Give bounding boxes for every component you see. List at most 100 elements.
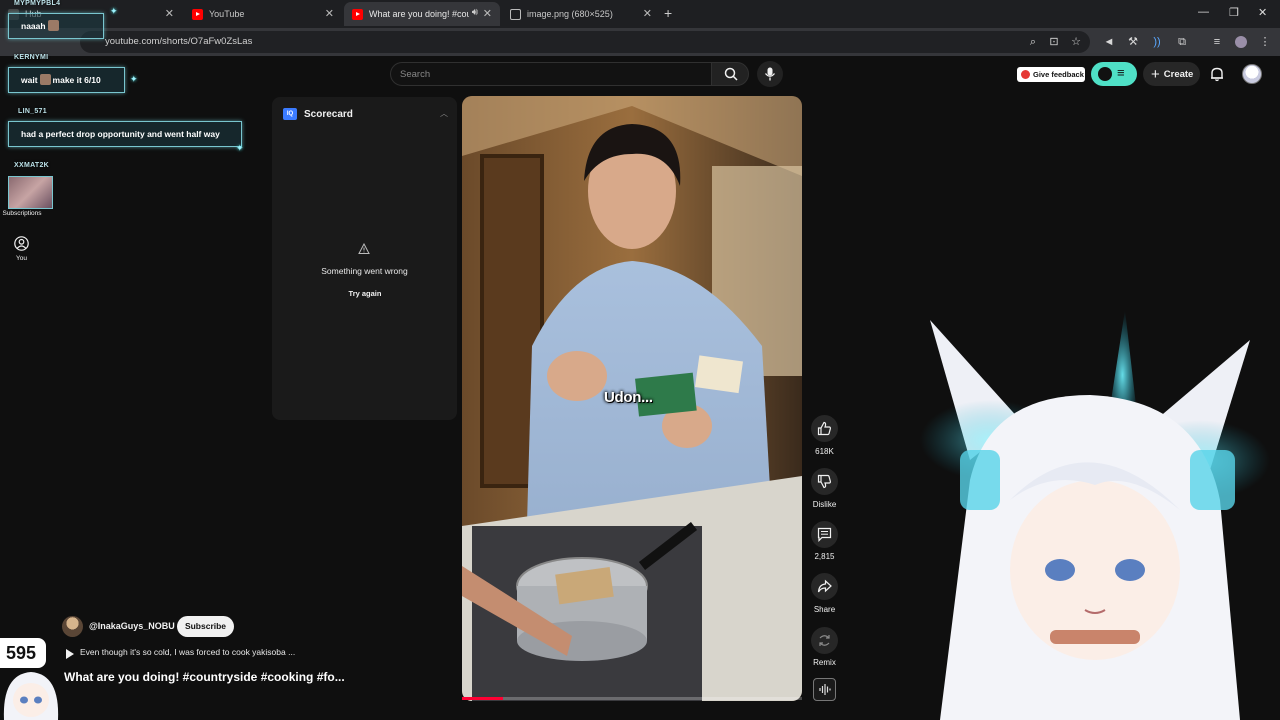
thumbs-down-icon	[817, 474, 831, 489]
small-vtuber-avatar-image	[3, 672, 59, 720]
minimize-icon[interactable]: —	[1198, 6, 1209, 18]
video-progress-bar[interactable]	[462, 697, 802, 700]
channel-name[interactable]: @InakaGuys_NOBU	[89, 621, 175, 631]
sidebar-item-subscriptions[interactable]: Subscriptions	[0, 210, 44, 217]
comment-icon	[817, 527, 832, 542]
microphone-icon	[764, 67, 776, 81]
chat-message: naaah	[8, 13, 104, 39]
plus-icon: +	[1151, 65, 1160, 83]
error-message: Something went wrong	[321, 266, 408, 276]
remix-button[interactable]	[811, 627, 838, 654]
chat-message: had a perfect drop opportunity and went …	[8, 121, 242, 147]
sparkle-icon: ✦	[110, 6, 118, 16]
search-icon	[724, 67, 738, 81]
window-close-icon[interactable]: ✕	[1258, 6, 1267, 19]
new-tab-plus-icon[interactable]: +	[664, 5, 672, 21]
tab-youtube[interactable]: YouTube ✕	[184, 2, 342, 26]
chat-message-text: make it 6/10	[52, 75, 101, 85]
video-title[interactable]: What are you doing! #countryside #cookin…	[64, 670, 345, 684]
voice-search-button[interactable]	[757, 61, 783, 87]
sparkle-icon: ✦	[236, 143, 244, 153]
tab-shorts-video[interactable]: What are you doing! #coun 🔊︎ ✕	[344, 2, 500, 26]
emote-icon	[39, 74, 51, 85]
play-icon[interactable]	[66, 649, 74, 659]
comment-count: 2,815	[814, 552, 835, 561]
try-again-button[interactable]: Try again	[340, 286, 390, 301]
dislike-button[interactable]	[811, 468, 838, 495]
original-sound-button[interactable]	[813, 678, 836, 701]
screen: Hub ✕ YouTube ✕ What are you doing! #cou…	[0, 0, 1280, 720]
dislike-label: Dislike	[812, 500, 837, 509]
zoom-icon[interactable]: ⌕	[1027, 36, 1039, 48]
browser-menu-icon[interactable]: ⋮	[1259, 36, 1271, 48]
share-button[interactable]	[811, 573, 838, 600]
scorecard-title: Scorecard	[304, 109, 353, 120]
feedback-logo-icon	[1021, 70, 1030, 79]
reading-list-icon[interactable]: ≡	[1211, 36, 1223, 48]
share-label: Share	[813, 605, 836, 614]
extension-menu-button[interactable]: ≡	[1091, 62, 1137, 86]
chat-message-text: wait	[21, 75, 38, 85]
puzzle-extensions-icon[interactable]: ⧉	[1176, 36, 1188, 48]
profile-avatar-icon[interactable]	[1235, 36, 1247, 48]
like-button[interactable]	[811, 415, 838, 442]
tab-label: image.png (680×525)	[527, 9, 613, 19]
video-description[interactable]: Even though it's so cold, I was forced t…	[80, 647, 295, 657]
comments-button[interactable]	[811, 521, 838, 548]
video-caption: Udon...	[604, 389, 653, 406]
chat-message-text: had a perfect drop opportunity and went …	[21, 129, 220, 139]
create-button[interactable]: + Create	[1143, 62, 1200, 86]
warning-icon	[358, 243, 370, 254]
like-count: 618K	[815, 447, 834, 456]
chat-username: XXMAT2K	[14, 162, 50, 169]
audio-waveform-icon	[819, 684, 831, 695]
close-icon[interactable]: ✕	[643, 7, 652, 20]
speaker-icon[interactable]: 🔊︎	[472, 7, 478, 18]
subscribe-button[interactable]: Subscribe	[177, 616, 234, 637]
channel-avatar[interactable]	[62, 616, 83, 637]
sparkle-icon: ✦	[130, 74, 138, 84]
chat-username: LIN_571	[18, 108, 47, 115]
extension-icon[interactable]: ⚒	[1127, 36, 1139, 48]
emote-icon	[47, 20, 59, 31]
tab-image[interactable]: image.png (680×525) ✕	[502, 2, 660, 26]
thumbs-up-icon	[817, 421, 831, 436]
notifications-bell-icon[interactable]	[1209, 66, 1225, 82]
chat-message: wait make it 6/10	[8, 67, 125, 93]
feedback-label: Give feedback	[1033, 70, 1084, 79]
globe-favicon-icon	[510, 8, 521, 20]
close-icon[interactable]: ✕	[165, 7, 174, 20]
chat-username: MYPMYPBL4	[14, 0, 61, 7]
media-volume-icon[interactable]: ◄	[1103, 36, 1115, 48]
chat-message-text: naaah	[21, 21, 46, 31]
youtube-favicon-icon	[192, 8, 203, 20]
hamburger-icon: ≡	[1117, 65, 1125, 80]
extension-logo-icon	[1098, 67, 1112, 81]
search-input[interactable]	[400, 66, 700, 82]
youtube-favicon-icon	[352, 8, 363, 20]
remix-icon	[819, 635, 830, 646]
bookmark-star-icon[interactable]: ☆	[1070, 36, 1082, 48]
sidebar-item-you[interactable]: You	[0, 255, 43, 262]
remix-label: Remix	[813, 658, 836, 667]
collapse-chevron-icon[interactable]: ︿	[440, 108, 448, 119]
account-avatar[interactable]	[1242, 64, 1262, 84]
video-progress-fill	[462, 697, 503, 700]
give-feedback-button[interactable]: Give feedback	[1017, 67, 1085, 82]
chat-image-thumbnail	[8, 176, 53, 209]
maximize-icon[interactable]: ❐	[1229, 6, 1239, 19]
scorecard-panel	[272, 97, 457, 420]
install-app-icon[interactable]: ⊡	[1048, 36, 1060, 48]
search-button[interactable]	[711, 62, 749, 86]
chat-username: KERNYMI	[14, 54, 49, 61]
url-text[interactable]: youtube.com/shorts/O7aFw0ZsLas	[105, 36, 252, 47]
vtuber-avatar-image	[920, 310, 1270, 720]
scorecard-logo-icon: IQ	[283, 108, 297, 120]
close-icon[interactable]: ✕	[325, 7, 334, 20]
close-icon[interactable]: ✕	[483, 7, 492, 20]
you-account-icon[interactable]	[14, 236, 29, 251]
extension-waves-icon[interactable]: ))	[1151, 36, 1163, 48]
share-arrow-icon	[817, 579, 832, 593]
tab-label: YouTube	[209, 9, 245, 19]
tab-label: What are you doing! #coun	[369, 9, 469, 19]
